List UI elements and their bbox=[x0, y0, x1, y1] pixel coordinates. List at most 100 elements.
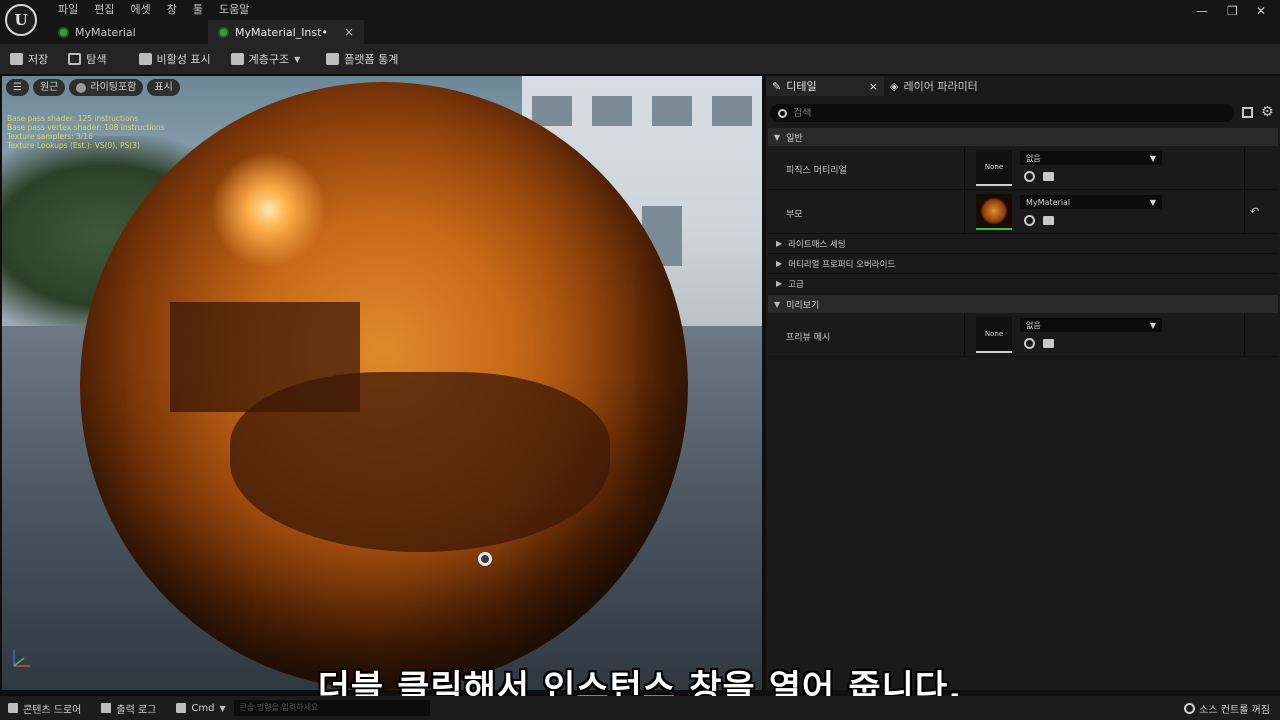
tab-layer-parameters[interactable]: ◈ 레이어 파라미터 bbox=[884, 76, 984, 96]
expand-triangle-icon: ▶ bbox=[776, 239, 783, 248]
prop-label: 부모 bbox=[786, 210, 803, 220]
chevron-down-icon: ▼ bbox=[219, 703, 226, 713]
collapse-triangle-icon: ▼ bbox=[774, 132, 781, 142]
close-icon[interactable]: × bbox=[344, 25, 354, 39]
menu-asset[interactable]: 에셋 bbox=[123, 2, 159, 18]
viewport-toolbar: ☰ 원근 라이팅포함 표시 bbox=[6, 79, 180, 96]
hide-inactive-button[interactable]: 비활성 표시 bbox=[129, 44, 221, 74]
save-label: 저장 bbox=[28, 53, 49, 66]
perspective-button[interactable]: 원근 bbox=[32, 79, 66, 96]
search-row: ⚙ bbox=[770, 104, 1276, 124]
prop-physical-material: 피직스 머티리얼 None 없음 ▼ bbox=[768, 147, 1278, 190]
use-selected-icon[interactable] bbox=[1024, 215, 1035, 226]
group-material-property-overrides[interactable]: ▶ 머티리얼 프로퍼티 오버라이드 bbox=[768, 254, 1278, 274]
section-general[interactable]: ▼ 일반 bbox=[768, 128, 1278, 146]
title-bar: U 파일 편집 에셋 창 툴 도움말 MyMaterial MyMaterial… bbox=[0, 0, 1280, 44]
perspective-label: 원근 bbox=[39, 82, 59, 93]
menu-window[interactable]: 창 bbox=[159, 2, 185, 18]
console-command-input[interactable]: 콘솔 명령을 입력하세요 bbox=[233, 700, 430, 716]
save-button[interactable]: 저장 bbox=[0, 44, 58, 74]
tab-label: MyMaterial_Inst• bbox=[235, 25, 328, 39]
hide-inactive-icon bbox=[138, 53, 152, 65]
search-icon bbox=[778, 108, 787, 118]
viewport-menu-button[interactable]: ☰ bbox=[6, 79, 29, 96]
column-divider bbox=[1244, 147, 1245, 189]
menu-edit[interactable]: 편집 bbox=[86, 2, 122, 18]
tab-mymaterial[interactable]: MyMaterial bbox=[48, 20, 208, 44]
output-log-button[interactable]: 출력 로그 bbox=[93, 696, 164, 720]
column-divider bbox=[1244, 191, 1245, 233]
restore-icon[interactable]: ❐ bbox=[1227, 4, 1238, 18]
collapse-triangle-icon: ▼ bbox=[774, 299, 781, 309]
gear-icon[interactable]: ⚙ bbox=[1261, 104, 1274, 120]
close-icon[interactable]: × bbox=[869, 80, 878, 93]
material-thumbnail[interactable] bbox=[976, 194, 1012, 230]
asset-dropdown[interactable]: 없음 ▼ bbox=[1020, 318, 1162, 332]
unreal-logo-icon[interactable]: U bbox=[5, 4, 37, 36]
platform-stats-button[interactable]: 플랫폼 통계 bbox=[316, 44, 408, 74]
output-log-icon bbox=[101, 703, 112, 713]
column-divider bbox=[1244, 314, 1245, 356]
content-drawer-button[interactable]: 콘텐츠 드로어 bbox=[0, 696, 89, 720]
asset-thumbnail[interactable]: None bbox=[976, 317, 1012, 353]
use-selected-icon[interactable] bbox=[1024, 171, 1035, 182]
section-preview[interactable]: ▼ 미리보기 bbox=[768, 295, 1278, 313]
dropdown-value: 없음 bbox=[1026, 153, 1041, 163]
use-selected-icon[interactable] bbox=[1024, 338, 1035, 349]
expand-triangle-icon: ▶ bbox=[776, 259, 783, 268]
group-label: 고급 bbox=[788, 279, 804, 290]
source-control-off-icon bbox=[1184, 702, 1196, 714]
preview-sphere[interactable] bbox=[80, 82, 688, 690]
menu-bar: 파일 편집 에셋 창 툴 도움말 bbox=[50, 2, 257, 18]
group-advanced[interactable]: ▶ 고급 bbox=[768, 274, 1278, 294]
reset-to-default-icon[interactable]: ↶ bbox=[1250, 205, 1259, 218]
save-icon bbox=[10, 53, 23, 65]
asset-thumbnail[interactable]: None bbox=[976, 150, 1012, 186]
hierarchy-button[interactable]: 계층구조 ▼ bbox=[221, 44, 311, 74]
building-window bbox=[532, 96, 572, 126]
prop-preview-mesh: 프리뷰 메시 None 없음 ▼ bbox=[768, 314, 1278, 357]
column-divider bbox=[964, 191, 965, 233]
shader-stats: Base pass shader: 125 instructions Base … bbox=[7, 114, 165, 150]
chevron-down-icon: ▼ bbox=[294, 54, 301, 64]
dropdown-value: 없음 bbox=[1026, 320, 1041, 330]
hide-inactive-label: 비활성 표시 bbox=[156, 53, 211, 66]
panel-tabs: ✎ 디테일 × ◈ 레이어 파라미터 bbox=[766, 76, 1280, 96]
tab-details[interactable]: ✎ 디테일 × bbox=[766, 76, 884, 96]
browse-button[interactable]: 탐색 bbox=[58, 44, 116, 74]
search-input[interactable] bbox=[793, 107, 1193, 119]
browse-folder-icon[interactable] bbox=[1043, 339, 1054, 348]
menu-help[interactable]: 도움말 bbox=[211, 2, 257, 18]
source-control-status[interactable]: 소스 컨트롤 꺼짐 bbox=[1184, 701, 1280, 716]
building-window bbox=[712, 96, 752, 126]
prop-label: 프리뷰 메시 bbox=[786, 333, 831, 343]
window-close-icon[interactable]: ✕ bbox=[1256, 4, 1266, 18]
sphere-reflection-ground bbox=[230, 372, 610, 552]
hierarchy-label: 계층구조 bbox=[248, 53, 290, 66]
group-lightmass-settings[interactable]: ▶ 라이트매스 세팅 bbox=[768, 234, 1278, 254]
browse-folder-icon[interactable] bbox=[1043, 172, 1054, 181]
show-button[interactable]: 표시 bbox=[147, 79, 180, 96]
material-preview-viewport[interactable]: ☰ 원근 라이팅포함 표시 Base pass shader: 125 inst… bbox=[2, 76, 762, 690]
asset-dropdown[interactable]: MyMaterial ▼ bbox=[1020, 195, 1162, 209]
table-view-icon[interactable] bbox=[1242, 107, 1253, 118]
prop-parent: 부모 MyMaterial ▼ ↶ bbox=[768, 191, 1278, 234]
asset-dropdown[interactable]: 없음 ▼ bbox=[1020, 151, 1162, 165]
search-box[interactable] bbox=[770, 104, 1234, 122]
browse-folder-icon[interactable] bbox=[1043, 216, 1054, 225]
menu-file[interactable]: 파일 bbox=[50, 2, 86, 18]
hierarchy-icon bbox=[230, 53, 244, 65]
tab-mymaterial-inst[interactable]: MyMaterial_Inst• × bbox=[208, 20, 364, 44]
cmd-dropdown[interactable]: Cmd ▼ bbox=[168, 696, 233, 720]
minimize-icon[interactable]: — bbox=[1196, 4, 1208, 18]
menu-tools[interactable]: 툴 bbox=[185, 2, 211, 18]
column-divider bbox=[964, 314, 965, 356]
building-window bbox=[652, 96, 692, 126]
show-label: 표시 bbox=[154, 82, 173, 93]
material-icon bbox=[58, 26, 69, 38]
stat-line: Base pass vertex shader: 108 instruction… bbox=[7, 123, 165, 132]
lit-button[interactable]: 라이팅포함 bbox=[69, 79, 144, 96]
platform-stats-icon bbox=[326, 53, 340, 65]
stat-line: Texture samplers: 3/16 bbox=[7, 132, 93, 141]
mouse-cursor-icon bbox=[478, 552, 492, 566]
